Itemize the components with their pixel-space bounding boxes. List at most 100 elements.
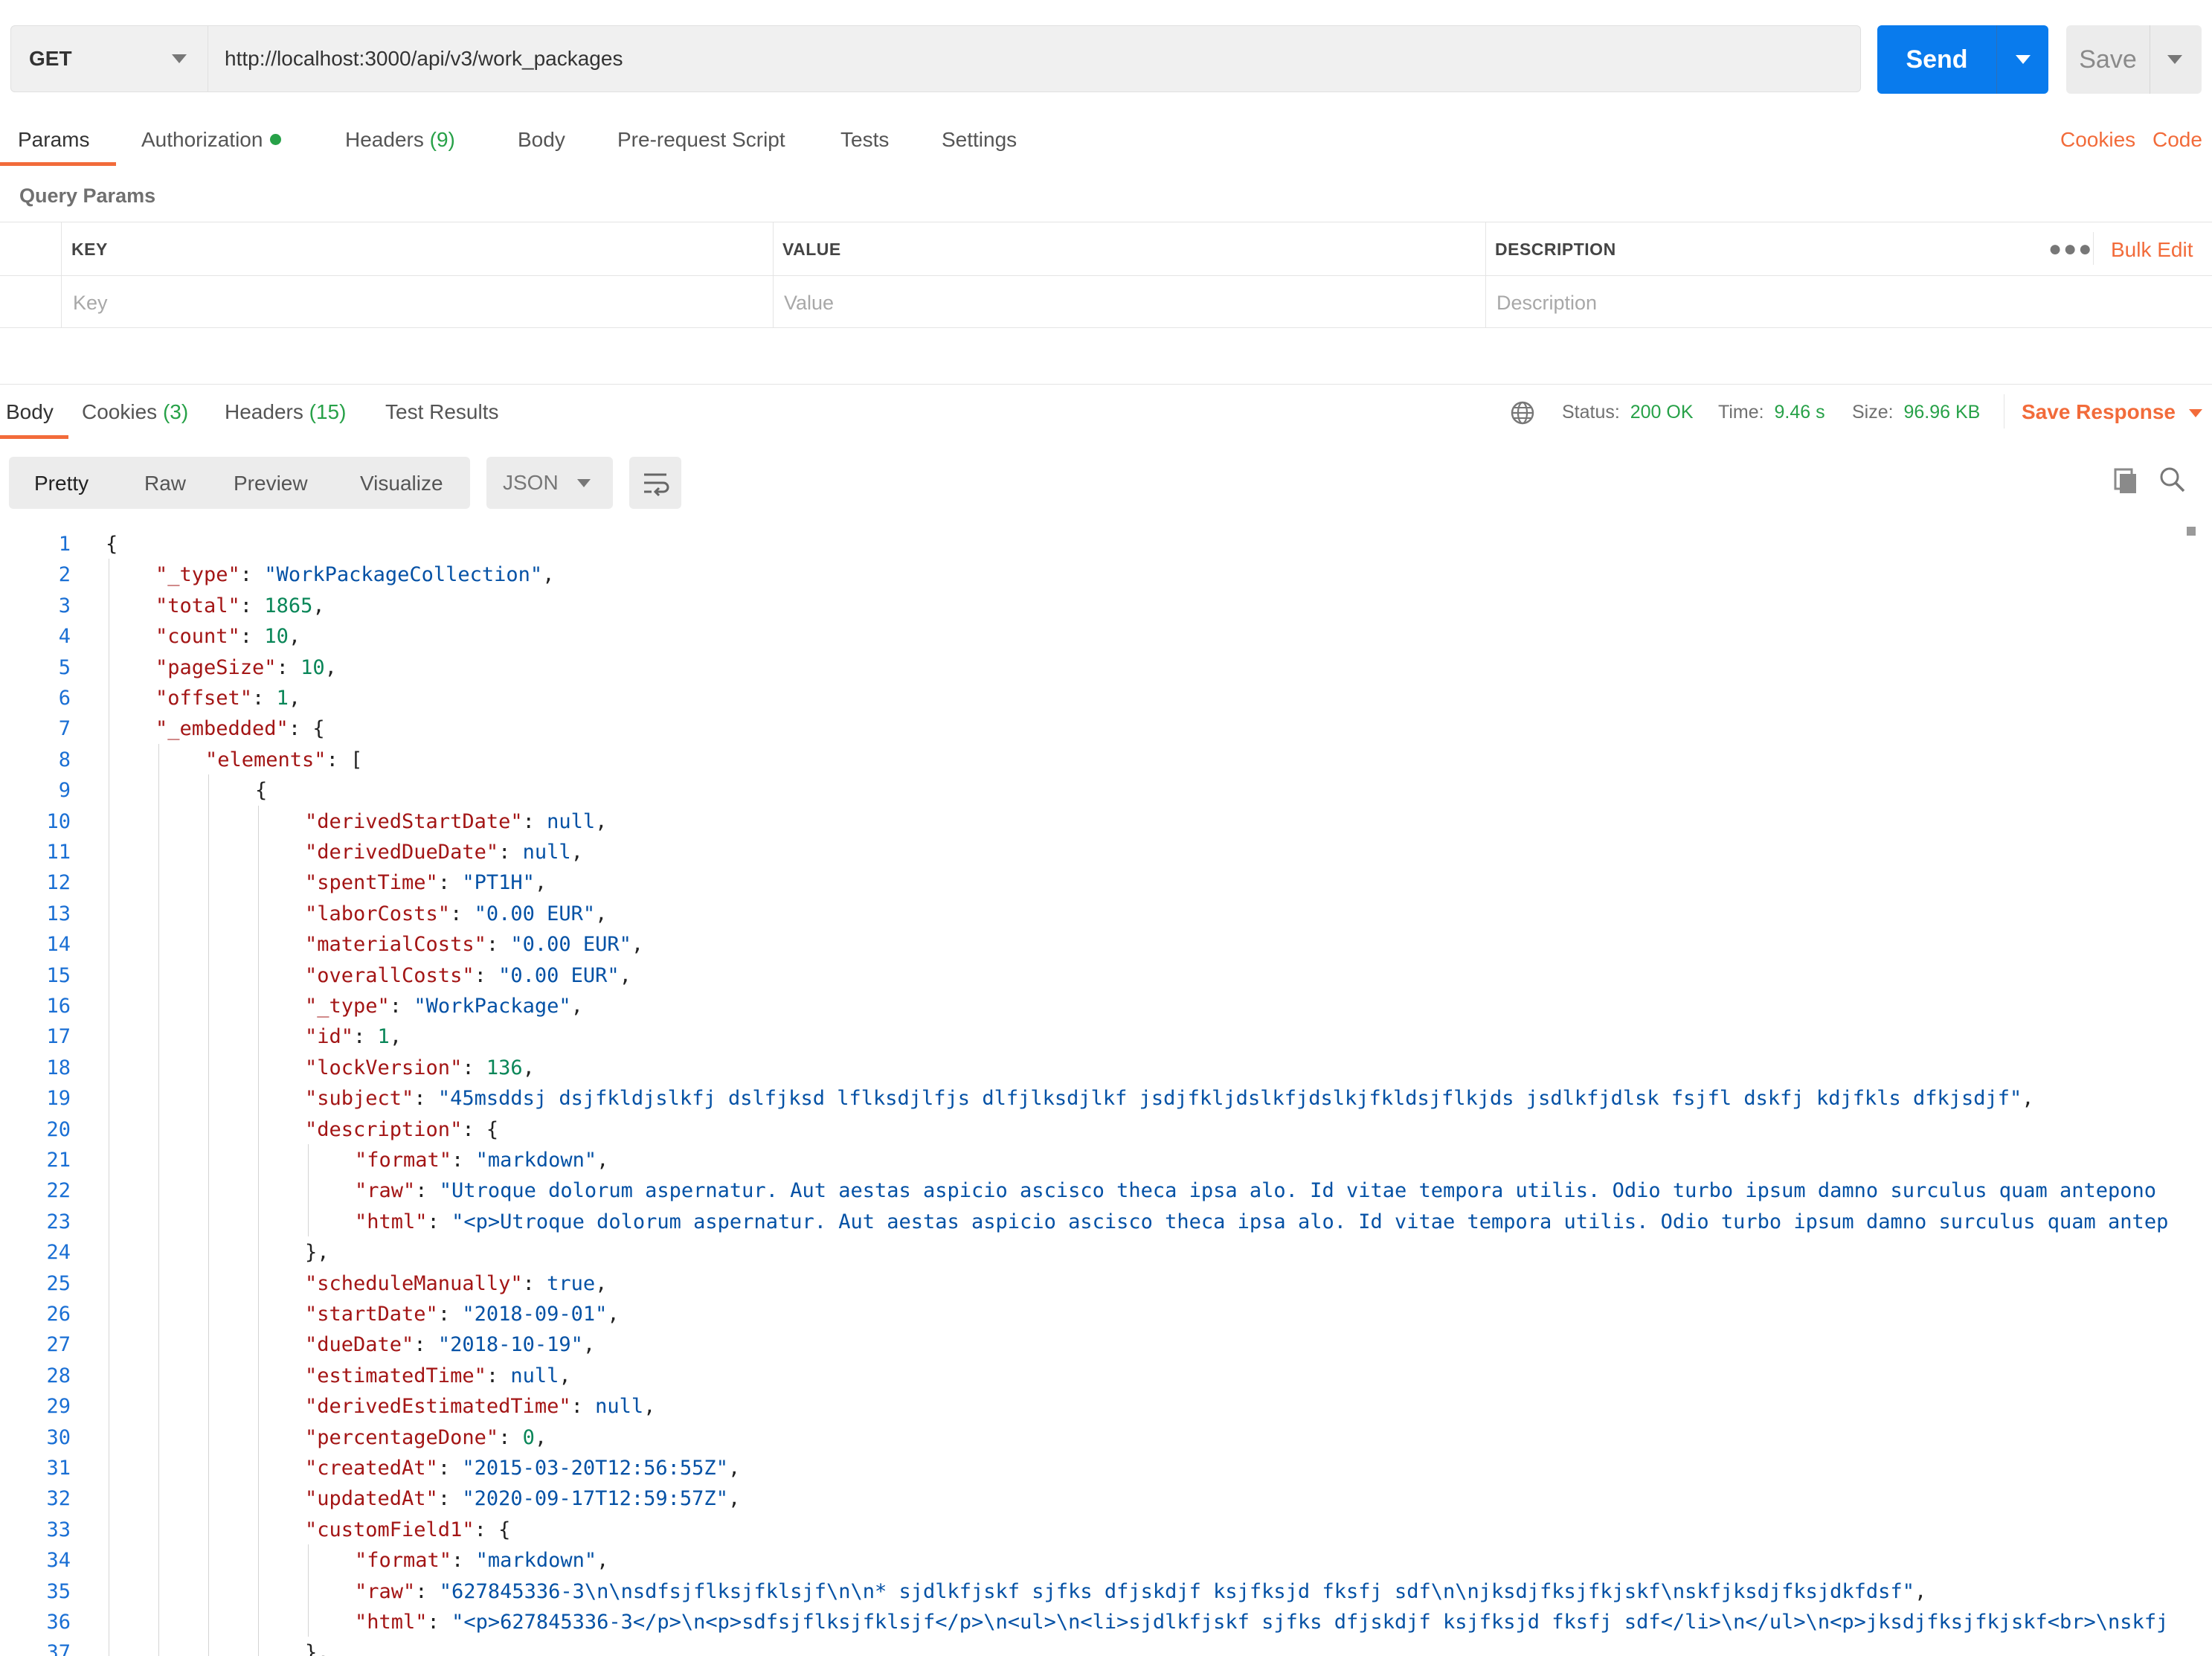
- line-number: 21: [46, 1149, 71, 1172]
- code-line: "count": 10,: [155, 625, 300, 648]
- line-number: 24: [46, 1241, 71, 1265]
- code-line: "derivedEstimatedTime": null,: [305, 1395, 655, 1418]
- value-input[interactable]: Value: [784, 292, 834, 315]
- code-line: "offset": 1,: [155, 687, 300, 710]
- indent-guide: [158, 743, 159, 1656]
- chevron-down-icon[interactable]: [2016, 55, 2031, 64]
- tab-headers[interactable]: Headers (9): [345, 128, 455, 152]
- send-button[interactable]: Send: [1877, 25, 2048, 94]
- view-mode-visualize[interactable]: Visualize: [360, 472, 443, 495]
- search-icon[interactable]: [2158, 466, 2187, 494]
- code-token: "count": [155, 625, 240, 649]
- code-token: "_type": [155, 563, 240, 587]
- tab-body[interactable]: Body: [518, 128, 565, 152]
- line-number: 6: [58, 687, 71, 710]
- chevron-down-icon[interactable]: [2167, 55, 2182, 64]
- line-number: 9: [58, 779, 71, 803]
- line-number: 2: [58, 563, 71, 587]
- code-token: ,: [619, 963, 631, 987]
- code-token: : {: [288, 717, 325, 741]
- code-line: },: [305, 1641, 329, 1656]
- view-mode-pretty[interactable]: Pretty: [34, 472, 89, 495]
- format-select[interactable]: JSON: [486, 457, 613, 509]
- code-token: "updatedAt": [305, 1487, 438, 1511]
- tab-settings[interactable]: Settings: [942, 128, 1017, 152]
- indent-guide: [308, 1144, 309, 1237]
- code-token: 1: [276, 687, 289, 710]
- scrollbar[interactable]: [2187, 527, 2196, 536]
- code-token: "<p>627845336-3</p>\n<p>sdfsjflksjfklsjf…: [451, 1611, 2169, 1634]
- response-status: Status: 200 OK: [1562, 402, 1694, 423]
- code-token: {: [255, 779, 268, 803]
- code-token: "laborCosts": [305, 902, 451, 925]
- code-token: ,: [595, 902, 608, 925]
- globe-icon[interactable]: [1510, 400, 1535, 426]
- code-token: ,: [389, 1025, 402, 1049]
- key-input[interactable]: Key: [73, 292, 108, 315]
- response-tab-body[interactable]: Body: [6, 400, 54, 424]
- code-line: "startDate": "2018-09-01",: [305, 1303, 620, 1326]
- code-token: null: [522, 841, 571, 864]
- method-select[interactable]: GET: [10, 25, 208, 92]
- wrap-lines-button[interactable]: [629, 457, 681, 509]
- save-response-button[interactable]: Save Response: [2022, 400, 2202, 424]
- tab-label: Headers: [345, 128, 424, 151]
- code-token: :: [498, 1425, 523, 1449]
- send-divider: [1996, 25, 1997, 94]
- code-token: "raw": [355, 1579, 416, 1603]
- tab-pre-request-script[interactable]: Pre-request Script: [617, 128, 785, 152]
- bulk-edit-link[interactable]: Bulk Edit: [2111, 238, 2193, 262]
- code-token: "pageSize": [155, 655, 277, 679]
- response-size: Size: 96.96 KB: [1852, 402, 1980, 423]
- tab-label: Pre-request Script: [617, 128, 785, 151]
- code-token: ,: [595, 809, 608, 833]
- response-tab-headers[interactable]: Headers (15): [225, 400, 346, 424]
- status-value: 200 OK: [1630, 402, 1694, 423]
- code-line: "_type": "WorkPackage",: [305, 995, 583, 1018]
- view-mode-raw[interactable]: Raw: [144, 472, 186, 495]
- code-token: "estimatedTime": [305, 1364, 486, 1387]
- code-line: "scheduleManually": true,: [305, 1272, 607, 1295]
- code-token: :: [450, 902, 475, 925]
- code-line: "customField1": {: [305, 1518, 510, 1541]
- line-number: 1: [58, 533, 71, 556]
- code-token: :: [498, 841, 523, 864]
- line-number: 26: [46, 1303, 71, 1326]
- line-number: 34: [46, 1549, 71, 1573]
- table-border: [773, 222, 774, 327]
- code-token: "_type": [305, 995, 390, 1018]
- code-token: ,: [1914, 1579, 1927, 1603]
- code-link[interactable]: Code: [2152, 128, 2202, 152]
- response-tab-cookies[interactable]: Cookies (3): [82, 400, 188, 424]
- code-token: "_embedded": [155, 717, 289, 741]
- tab-tests[interactable]: Tests: [840, 128, 889, 152]
- chevron-down-icon: [2189, 409, 2202, 418]
- description-input[interactable]: Description: [1496, 292, 1597, 315]
- code-token: : {: [462, 1117, 499, 1141]
- cookies-link[interactable]: Cookies: [2060, 128, 2135, 152]
- line-number: 15: [46, 963, 71, 987]
- code-token: : [: [326, 748, 363, 771]
- save-button[interactable]: Save: [2066, 25, 2202, 94]
- code-token: ,: [582, 1333, 596, 1357]
- line-number: 14: [46, 933, 71, 957]
- line-number: 31: [46, 1457, 71, 1480]
- view-mode-preview[interactable]: Preview: [234, 472, 308, 495]
- url-input[interactable]: [208, 25, 1861, 92]
- code-token: :: [437, 1487, 463, 1511]
- code-line: "overallCosts": "0.00 EUR",: [305, 964, 631, 987]
- copy-icon[interactable]: [2112, 467, 2139, 495]
- code-token: "45msddsj dsjfkldjslkfj dslfjksd lflksdj…: [437, 1087, 2022, 1111]
- response-body-code-view[interactable]: 1 {2 "_type": "WorkPackageCollection", 3 "to…: [0, 525, 2212, 1656]
- response-tab-test-results[interactable]: Test Results: [385, 400, 499, 424]
- code-line: "laborCosts": "0.00 EUR",: [305, 902, 607, 925]
- tab-authorization[interactable]: Authorization: [141, 128, 282, 152]
- code-line: "id": 1,: [305, 1025, 402, 1048]
- tab-params[interactable]: Params: [18, 128, 89, 152]
- more-horizontal-icon[interactable]: ●●●: [2048, 237, 2093, 262]
- tab-label: Tests: [840, 128, 890, 151]
- status-label: Status:: [1562, 402, 1620, 423]
- code-token: :: [353, 1025, 378, 1049]
- line-number: 16: [46, 995, 71, 1018]
- code-token: ,: [288, 687, 301, 710]
